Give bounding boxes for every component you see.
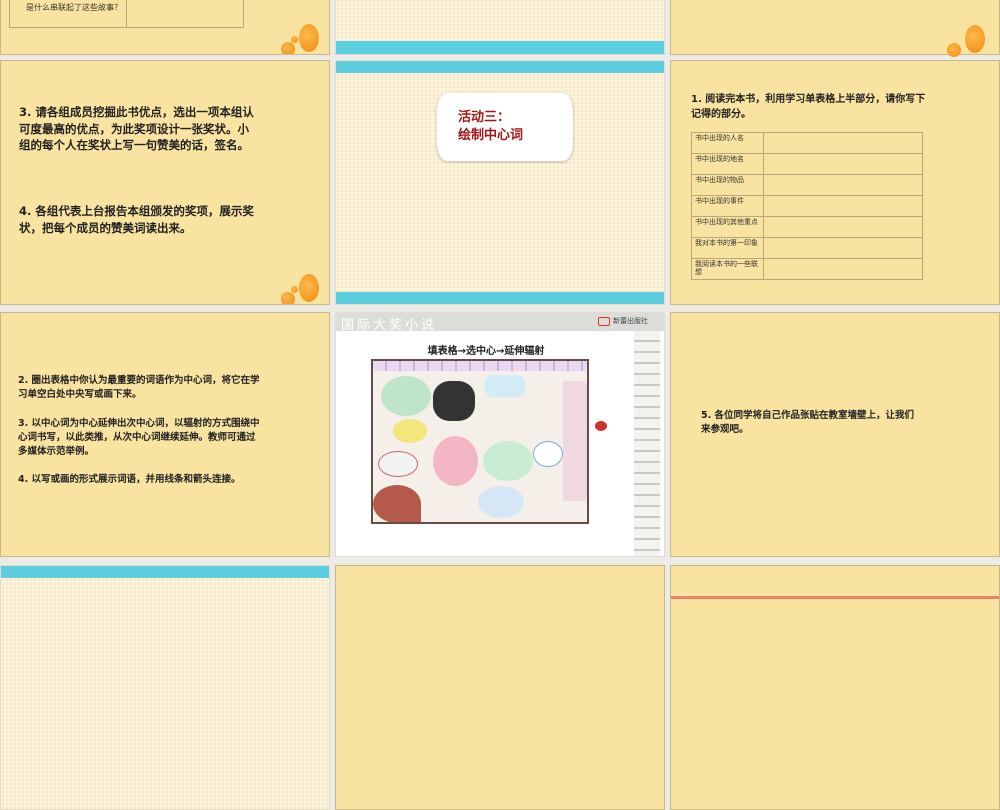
table: 是什么串联起了这些故事？: [9, 0, 244, 28]
publisher-name: 新蕾出版社: [613, 317, 648, 325]
series-title: 国际大奖小说: [341, 318, 438, 333]
slide-thumbnail[interactable]: [0, 565, 330, 810]
slide-text: 3. 以中心词为中心延伸出次中心词，以辐射的方式围绕中心词书写，以此类推，从次中…: [18, 418, 260, 457]
slide-text: 5. 各位同学将自己作品张贴在教室墙壁上，让我们来参观吧。: [701, 410, 915, 435]
slide-text: 4. 以写或画的形式展示词语，并用线条和箭头连接。: [18, 474, 241, 485]
cyan-bar: [1, 566, 329, 578]
slide-thumbnail[interactable]: 是什么串联起了这些故事？: [0, 0, 330, 55]
table-cell: 是什么串联起了这些故事？: [9, 0, 127, 28]
slide-header: 国际大奖小说 新蕾出版社: [336, 313, 664, 333]
accent-line: [671, 596, 999, 599]
table-cell: 书中出现的其他重点: [691, 216, 764, 238]
cyan-bar: [336, 292, 664, 304]
slide-text: 3. 请各组成员挖掘此书优点，选出一项本组认可度最高的优点，为此奖项设计一张奖状…: [19, 105, 254, 153]
table-cell: 我对本书的第一印象: [691, 237, 764, 259]
slide-thumbnail[interactable]: [335, 565, 665, 810]
slide-text: 1. 阅读完本书，利用学习单表格上半部分，请你写下记得的部分。: [691, 94, 926, 120]
slide-text: 2. 圈出表格中你认为最重要的词语作为中心词，将它在学习单空白处中央写或画下来。: [18, 375, 260, 400]
table-cell: 书中出现的物品: [691, 174, 764, 196]
cyan-bar: [336, 61, 664, 73]
mind-map-photo: [371, 359, 589, 524]
slide-thumbnail[interactable]: 活动三： 绘制中心词: [335, 60, 665, 305]
cyan-bar: [336, 41, 664, 54]
tree-decoration-icon: [281, 274, 323, 304]
tree-decoration-icon: [947, 25, 989, 57]
tree-decoration-icon: [281, 24, 323, 54]
slide-text: 4. 各组代表上台报告本组颁发的奖项，展示奖状，把每个成员的赞美词读出来。: [19, 204, 254, 235]
slide-thumbnail[interactable]: [335, 0, 665, 55]
publisher-logo-icon: [598, 317, 610, 326]
bird-icon: [595, 421, 607, 431]
reading-table: 书中出现的人名 书中出现的地名 书中出现的物品 书中出现的事件 书中出现的其他重…: [691, 132, 923, 280]
title-line: 活动三：: [458, 110, 511, 125]
title-line: 绘制中心词: [458, 127, 524, 143]
table-cell: 书中出现的事件: [691, 195, 764, 217]
table-cell: 书中出现的地名: [691, 153, 764, 175]
table-cell: 书中出现的人名: [691, 132, 764, 154]
slide-thumbnail[interactable]: [670, 565, 1000, 810]
table-cell: 我阅读本书的一些联想: [691, 258, 764, 280]
slide-thumbnail[interactable]: 3. 请各组成员挖掘此书优点，选出一项本组认可度最高的优点，为此奖项设计一张奖状…: [0, 60, 330, 305]
slide-thumbnail[interactable]: 1. 阅读完本书，利用学习单表格上半部分，请你写下记得的部分。 书中出现的人名 …: [670, 60, 1000, 305]
slide-thumbnail[interactable]: 2. 圈出表格中你认为最重要的词语作为中心词，将它在学习单空白处中央写或画下来。…: [0, 312, 330, 557]
slide-thumbnail[interactable]: 5. 各位同学将自己作品张贴在教室墙壁上，让我们来参观吧。: [670, 312, 1000, 557]
birch-tree-decoration-icon: [634, 331, 660, 556]
activity-title-card: 活动三： 绘制中心词: [437, 93, 573, 161]
slide-thumbnail[interactable]: 国际大奖小说 新蕾出版社 填表格→选中心→延伸辐射: [335, 312, 665, 557]
slide-subtitle: 填表格→选中心→延伸辐射: [427, 346, 545, 357]
